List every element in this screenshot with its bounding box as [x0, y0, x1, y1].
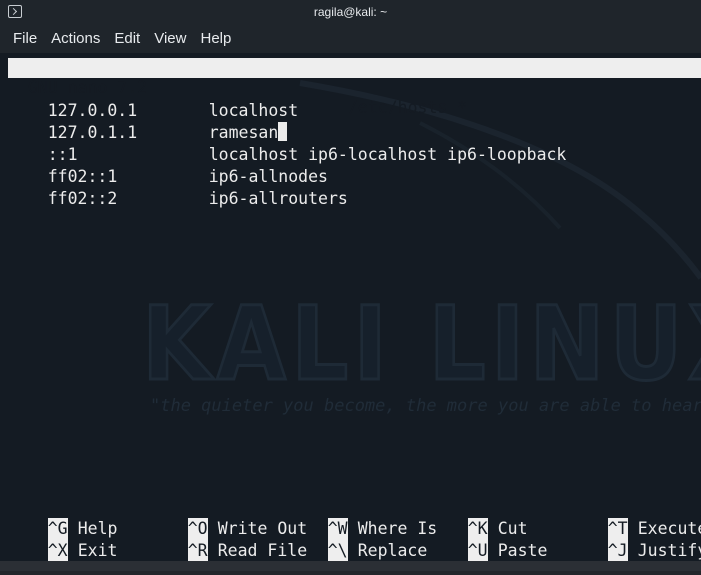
shortcut-read-file[interactable]: ^R Read File [148, 518, 307, 561]
shortcut-paste[interactable]: ^U Paste [428, 518, 547, 561]
menu-view[interactable]: View [147, 25, 193, 53]
shortcut-key: ^U [467, 540, 488, 561]
menu-bar: File Actions Edit View Help [0, 25, 701, 53]
menu-help[interactable]: Help [193, 25, 238, 53]
line-ip: ff02::2 [47, 189, 118, 208]
watermark-logo: KALI LINUX [142, 285, 701, 404]
nano-status-bar: GNU nano 7.2 /etc/hosts * [8, 58, 701, 117]
nano-filename: /etc/hosts * [348, 98, 468, 117]
shortcut-where-is[interactable]: ^W Where Is [288, 496, 437, 540]
shortcut-key: ^J [607, 540, 628, 561]
line-host: ip6-allrouters [208, 189, 348, 208]
file-line-host: ramesan [169, 100, 288, 142]
menu-actions[interactable]: Actions [44, 25, 107, 53]
file-line: 127.0.0.1 [8, 78, 137, 120]
title-bar: ragila@kali: ~ [0, 0, 701, 25]
file-line: 127.0.1.1 [8, 100, 137, 142]
shortcut-key: ^X [47, 540, 68, 561]
file-line-host: localhost [169, 78, 298, 120]
terminal-area[interactable]: KALI LINUX "the quieter you become, the … [0, 53, 701, 561]
shortcut-replace[interactable]: ^\ Replace [288, 518, 427, 561]
window-title: ragila@kali: ~ [313, 5, 388, 19]
watermark-tagline: "the quieter you become, the more you ar… [150, 396, 701, 416]
file-line: ff02::1 [8, 144, 118, 186]
window-bottom-border [0, 561, 701, 575]
shortcut-key: ^R [187, 540, 208, 561]
shortcut-label: Exit [77, 541, 118, 560]
shortcut-label: Replace [357, 541, 428, 560]
menu-edit[interactable]: Edit [107, 25, 147, 53]
file-line: ::1 [8, 122, 78, 164]
shortcut-label: Justify [637, 541, 701, 560]
menu-file[interactable]: File [6, 25, 44, 53]
file-line: ff02::2 [8, 166, 118, 208]
file-line-host: ip6-allnodes [169, 144, 328, 186]
shortcut-help[interactable]: ^G Help [8, 496, 118, 540]
file-line-host: localhost ip6-localhost ip6-loopback [169, 122, 567, 164]
shortcut-justify[interactable]: ^J Justify [568, 518, 701, 561]
shortcut-label: Paste [497, 541, 548, 560]
shortcut-execute[interactable]: ^T Execute [568, 496, 701, 540]
shortcut-write-out[interactable]: ^O Write Out [148, 496, 307, 540]
file-line-host: ip6-allrouters [169, 166, 348, 208]
shortcut-key: ^\ [327, 540, 348, 561]
horizontal-scrollbar[interactable] [0, 561, 701, 571]
shortcut-cut[interactable]: ^K Cut [428, 496, 528, 540]
shortcut-exit[interactable]: ^X Exit [8, 518, 118, 561]
